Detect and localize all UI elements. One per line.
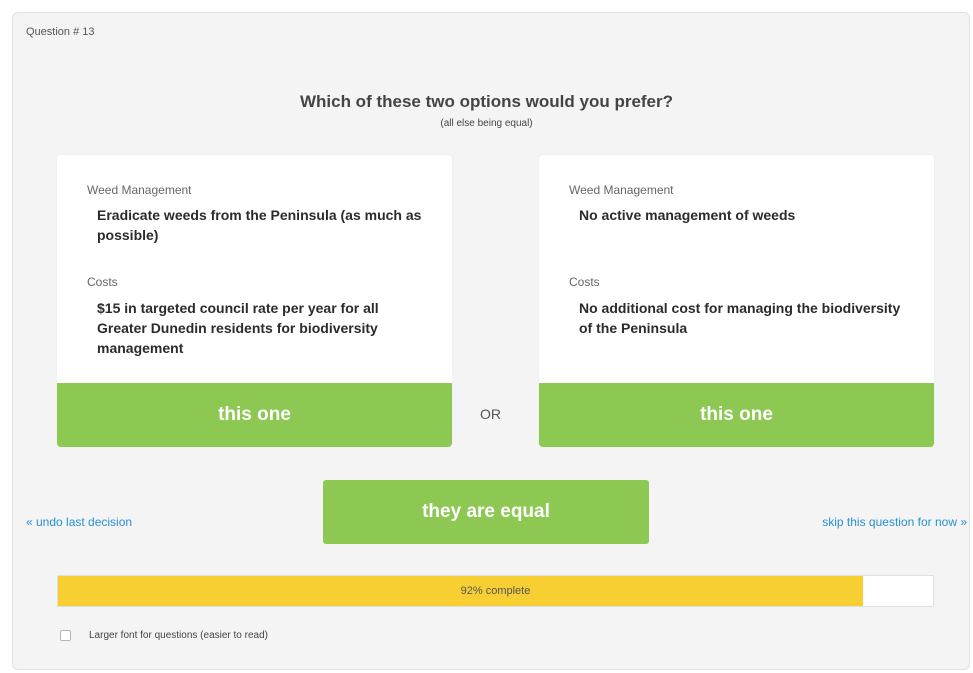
- progress-label: 92% complete: [460, 585, 531, 597]
- weed-management-label: Weed Management: [569, 183, 674, 197]
- option-card-left: Weed Management Eradicate weeds from the…: [57, 155, 452, 447]
- they-are-equal-button[interactable]: they are equal: [323, 480, 649, 544]
- choose-right-button[interactable]: this one: [539, 383, 934, 447]
- costs-value: No additional cost for managing the biod…: [579, 300, 901, 336]
- question-prompt: Which of these two options would you pre…: [299, 92, 674, 111]
- weed-management-value: No active management of weeds: [579, 207, 796, 223]
- progress-bar: 92% complete: [57, 575, 934, 607]
- costs-label: Costs: [569, 275, 600, 289]
- costs-label: Costs: [87, 275, 118, 289]
- larger-font-label: Larger font for questions (easier to rea…: [89, 630, 268, 641]
- question-subtitle: (all else being equal): [440, 118, 533, 129]
- larger-font-checkbox[interactable]: [60, 630, 71, 641]
- weed-management-label: Weed Management: [87, 183, 192, 197]
- or-separator: OR: [480, 406, 501, 422]
- costs-value: $15 in targeted council rate per year fo…: [97, 300, 379, 356]
- skip-question-link[interactable]: skip this question for now »: [822, 515, 967, 529]
- undo-last-decision-link[interactable]: « undo last decision: [26, 515, 132, 529]
- question-number: Question # 13: [26, 26, 95, 38]
- option-card-right: Weed Management No active management of …: [539, 155, 934, 447]
- larger-font-option: Larger font for questions (easier to rea…: [60, 630, 268, 641]
- weed-management-value: Eradicate weeds from the Peninsula (as m…: [97, 207, 422, 243]
- choose-left-button[interactable]: this one: [57, 383, 452, 447]
